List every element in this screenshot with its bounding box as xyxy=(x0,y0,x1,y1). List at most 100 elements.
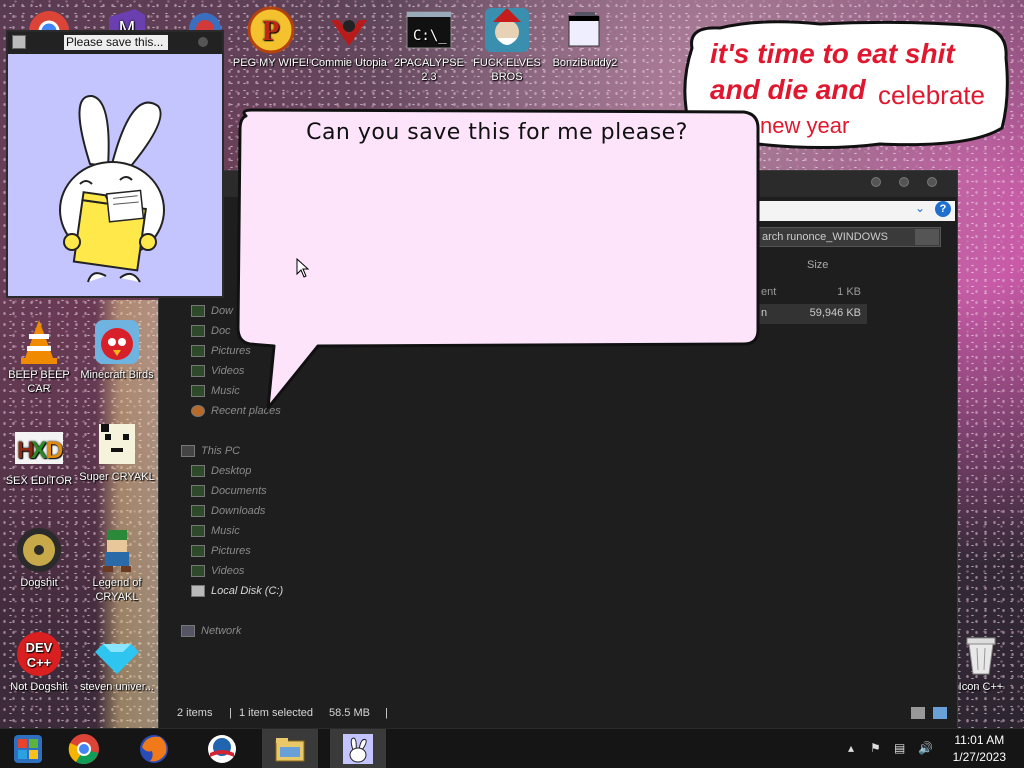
svg-text:DEV: DEV xyxy=(26,640,53,655)
nav-item-local-disk[interactable]: Local Disk (C:) xyxy=(191,582,283,600)
desktop-icon-label: 2PACALYPSE 2.3 xyxy=(394,57,464,83)
nav-item-music-pc[interactable]: Music xyxy=(191,522,240,540)
desktop-icon-label: Commie Utopia xyxy=(311,57,387,69)
desktop-icon-2pac[interactable]: C:\_ 2PACALYPSE 2.3 xyxy=(390,6,468,84)
desktop-icon-bonzi[interactable]: BonziBuddy2 xyxy=(546,6,624,70)
taskbar-obama[interactable] xyxy=(194,729,250,768)
column-size-label: Size xyxy=(807,259,829,271)
show-hidden-icons[interactable]: ▴ xyxy=(848,741,854,755)
folder-icon xyxy=(191,385,205,397)
desktop-icon-peg[interactable]: P PEG MY WIFE! xyxy=(232,6,310,70)
network-icon[interactable]: ▤ xyxy=(894,741,905,755)
taskbar: ▴ ⚑ ▤ 🔊 11:01 AM 1/27/2023 xyxy=(0,728,1024,768)
nav-item-pictures-pc[interactable]: Pictures xyxy=(191,542,251,560)
start-button[interactable] xyxy=(0,729,56,768)
folder-icon xyxy=(191,545,205,557)
nav-label: Videos xyxy=(211,565,245,577)
status-bar: 2 items | 1 item selected 58.5 MB | xyxy=(159,699,957,729)
bunny-popup-window[interactable]: Please save this... xyxy=(6,30,224,298)
popup-titlebar[interactable]: Please save this... xyxy=(8,32,222,54)
status-divider: | xyxy=(229,707,232,719)
desktop-icon-hxd[interactable]: HXD SEX EDITOR xyxy=(0,424,78,488)
close-button[interactable] xyxy=(927,177,937,187)
system-clock[interactable]: 11:01 AM 1/27/2023 xyxy=(953,732,1006,766)
folder-icon xyxy=(191,365,205,377)
window-icon xyxy=(561,6,609,54)
folder-icon xyxy=(191,345,205,357)
tiles-view-icon[interactable] xyxy=(933,707,947,719)
desktop-icon-steven[interactable]: steven univer... xyxy=(78,630,156,694)
chevron-down-icon[interactable]: ⌄ xyxy=(915,201,925,215)
nav-label: Doc xyxy=(211,325,231,337)
elf-icon xyxy=(483,6,531,54)
nav-item-videos-pc[interactable]: Videos xyxy=(191,562,244,580)
desktop-icon-label: Legend of CRYAKL xyxy=(92,577,142,603)
desktop-icon-cryakl[interactable]: Super CRYAKL xyxy=(78,420,156,484)
nav-this-pc[interactable]: This PC xyxy=(181,442,240,460)
devcpp-icon: DEV C++ xyxy=(15,630,63,678)
speech-bubble: Can you save this for me please? xyxy=(232,106,762,416)
file-size: 1 KB xyxy=(837,286,861,298)
nav-item-desktop[interactable]: Desktop xyxy=(191,462,251,480)
nav-item-documents[interactable]: Doc xyxy=(191,322,231,340)
search-icon[interactable] xyxy=(915,229,939,245)
bunny-icon xyxy=(343,734,373,764)
desktop-icon-legend[interactable]: Legend of CRYAKL xyxy=(78,526,156,604)
popup-title: Please save this... xyxy=(64,35,168,50)
angry-bird-icon xyxy=(93,318,141,366)
nav-network[interactable]: Network xyxy=(181,622,241,640)
desktop-icon-elves[interactable]: FUCK ELVES BROS xyxy=(468,6,546,84)
mouse-cursor-icon xyxy=(296,258,310,278)
svg-text:X: X xyxy=(31,437,47,464)
address-bar[interactable] xyxy=(759,201,955,221)
disc-icon xyxy=(15,526,63,574)
desktop-icon-label: SEX EDITOR xyxy=(5,475,73,487)
status-selected: 1 item selected xyxy=(239,707,313,719)
column-header-size[interactable]: Size xyxy=(759,257,959,277)
svg-text:C++: C++ xyxy=(27,655,52,670)
cloud-line-1: it's time to eat shit xyxy=(710,38,955,69)
flag-icon[interactable]: ⚑ xyxy=(870,741,881,755)
folder-icon xyxy=(191,485,205,497)
cloud-line-2a: and die and xyxy=(710,74,866,105)
taskbar-firefox[interactable] xyxy=(126,729,182,768)
status-divider: | xyxy=(385,707,388,719)
search-input[interactable]: arch runonce_WINDOWS xyxy=(755,227,941,247)
desktop-icon-commie[interactable]: Commie Utopia xyxy=(310,6,388,70)
folder-icon xyxy=(191,505,205,517)
nav-label: This PC xyxy=(201,445,241,457)
details-view-icon[interactable] xyxy=(911,707,925,719)
drive-icon xyxy=(191,585,205,597)
desktop-icon-angry[interactable]: Minecraft Birds xyxy=(78,318,156,382)
maximize-button[interactable] xyxy=(899,177,909,187)
desktop-icon-label: PEG MY WIFE! xyxy=(232,57,310,69)
status-item-count: 2 items xyxy=(177,707,213,719)
help-icon[interactable]: ? xyxy=(935,201,951,217)
desktop-icon-devcpp[interactable]: DEV C++ Not Dogshit xyxy=(0,630,78,694)
svg-text:P: P xyxy=(262,16,279,47)
status-size: 58.5 MB xyxy=(329,707,370,719)
desktop-icon-label: Dogshit xyxy=(20,577,58,589)
volume-icon[interactable]: 🔊 xyxy=(918,741,933,755)
windows-start-icon xyxy=(14,735,42,763)
desktop-icon-label: BEEP BEEP CAR xyxy=(8,369,70,395)
computer-icon xyxy=(181,445,195,457)
taskbar-chrome[interactable] xyxy=(56,729,112,768)
taskbar-bunny-app[interactable] xyxy=(330,729,386,768)
folder-icon xyxy=(191,525,205,537)
file-row[interactable]: ent 1 KB xyxy=(755,283,867,303)
nav-item-downloads-pc[interactable]: Downloads xyxy=(191,502,265,520)
svg-text:D: D xyxy=(46,437,63,464)
minimize-button[interactable] xyxy=(871,177,881,187)
desktop-icon-dogshit[interactable]: Dogshit xyxy=(0,526,78,590)
search-placeholder: arch runonce_WINDOWS xyxy=(762,231,888,243)
file-row-selected[interactable]: n 59,946 KB xyxy=(755,304,867,324)
nav-label: Pictures xyxy=(211,545,251,557)
taskbar-file-explorer[interactable] xyxy=(262,729,318,768)
nav-item-downloads[interactable]: Dow xyxy=(191,302,233,320)
desktop-icon-label: FUCK ELVES BROS xyxy=(473,57,541,83)
desktop-icon-vlc[interactable]: BEEP BEEP CAR xyxy=(0,318,78,396)
close-button[interactable] xyxy=(198,37,208,47)
nav-item-documents-pc[interactable]: Documents xyxy=(191,482,267,500)
file-size: 59,946 KB xyxy=(809,307,861,319)
